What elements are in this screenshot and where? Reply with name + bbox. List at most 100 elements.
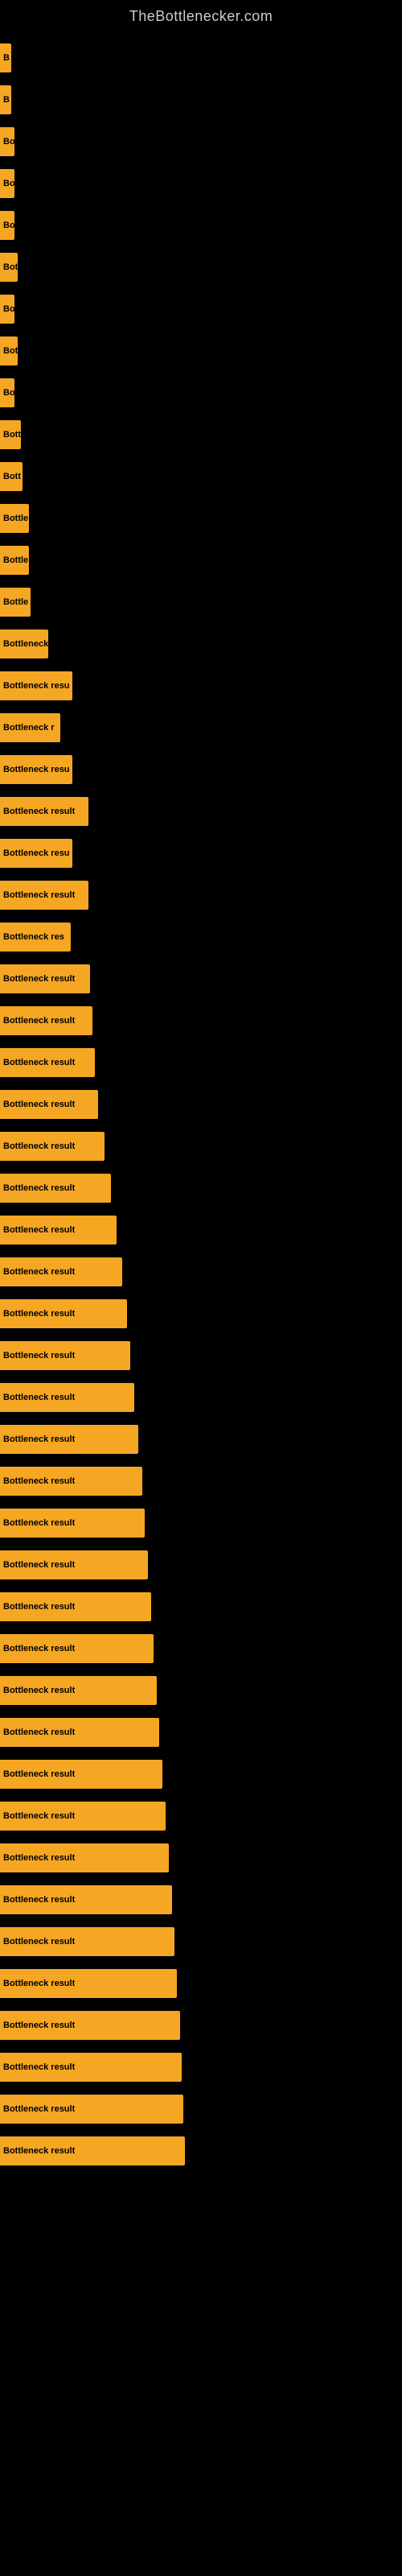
bar-label: Bottleneck result — [3, 1853, 75, 1863]
bar-label: Bot — [3, 346, 18, 356]
bar-row: Bottleneck result — [0, 1670, 402, 1711]
bar: Bo — [0, 127, 14, 156]
bar-row: Bottleneck result — [0, 1921, 402, 1963]
bar-row: Bo — [0, 288, 402, 330]
bar-row: Bott — [0, 414, 402, 456]
bar-label: Bottleneck result — [3, 1141, 75, 1151]
bar: Bottleneck result — [0, 1676, 157, 1705]
bar-label: Bottleneck result — [3, 2146, 75, 2156]
bar-label: Bottleneck result — [3, 890, 75, 900]
bar-label: Bottleneck result — [3, 1309, 75, 1319]
bar-row: Bottleneck resu — [0, 749, 402, 791]
bar-row: Bottleneck result — [0, 1837, 402, 1879]
bar-label: Bott — [3, 472, 21, 481]
bar-row: Bottleneck resu — [0, 665, 402, 707]
bar-row: Bottle — [0, 539, 402, 581]
bar: Bo — [0, 295, 14, 324]
bar: Bo — [0, 378, 14, 407]
bar: Bo — [0, 169, 14, 198]
bar-label: Bottleneck result — [3, 1518, 75, 1528]
bar-row: Bo — [0, 372, 402, 414]
bar: Bot — [0, 336, 18, 365]
bar: Bottleneck result — [0, 964, 90, 993]
bar-label: Bottleneck result — [3, 1016, 75, 1026]
bar-label: Bottleneck result — [3, 2021, 75, 2030]
bar: Bottle — [0, 504, 29, 533]
bar-row: Bottleneck result — [0, 1042, 402, 1084]
bar-row: Bottleneck result — [0, 1963, 402, 2004]
bar: Bottleneck result — [0, 1341, 130, 1370]
bar-row: Bottleneck result — [0, 1084, 402, 1125]
bar-row: Bo — [0, 163, 402, 204]
bar-row: Bottleneck result — [0, 1167, 402, 1209]
bar: Bottleneck result — [0, 1257, 122, 1286]
bar-label: Bottleneck result — [3, 1183, 75, 1193]
bar: Bottle — [0, 588, 31, 617]
bar: Bottleneck result — [0, 1718, 159, 1747]
bar-label: B — [3, 53, 10, 63]
bar-row: Bottleneck result — [0, 874, 402, 916]
bar-row: Bottleneck result — [0, 1293, 402, 1335]
bar: Bottleneck result — [0, 1592, 151, 1621]
bar: Bottleneck result — [0, 2011, 180, 2040]
bar-label: Bottleneck result — [3, 1811, 75, 1821]
bar: Bottleneck resu — [0, 839, 72, 868]
bar-row: Bottleneck result — [0, 1628, 402, 1670]
bar-label: Bottle — [3, 555, 28, 565]
bar-label: Bo — [3, 221, 14, 230]
bar-label: Bottleneck result — [3, 1435, 75, 1444]
bar-row: Bottleneck result — [0, 2004, 402, 2046]
bar-row: Bottleneck result — [0, 1335, 402, 1377]
bar-label: B — [3, 95, 10, 105]
bar: Bottleneck result — [0, 1383, 134, 1412]
bar: Bottleneck result — [0, 2136, 185, 2165]
bar-label: Bottleneck result — [3, 1393, 75, 1402]
bar-label: Bot — [3, 262, 18, 272]
bar-row: Bottleneck result — [0, 1879, 402, 1921]
bar: Bottleneck result — [0, 1802, 166, 1831]
bar-row: Bottleneck res — [0, 916, 402, 958]
bar-label: Bottleneck result — [3, 2104, 75, 2114]
bar-label: Bottleneck result — [3, 1560, 75, 1570]
bar-label: Bo — [3, 304, 14, 314]
site-title: TheBottlenecker.com — [0, 0, 402, 29]
bar-label: Bottleneck result — [3, 1058, 75, 1067]
bar: Bottleneck result — [0, 1006, 92, 1035]
bar: Bottleneck result — [0, 1216, 117, 1245]
bar-row: Bottleneck result — [0, 1544, 402, 1586]
bar: Bottleneck res — [0, 923, 71, 952]
bar: Bottleneck result — [0, 1969, 177, 1998]
bar: Bottleneck resu — [0, 671, 72, 700]
bar: Bo — [0, 211, 14, 240]
bar-label: Bottleneck result — [3, 1937, 75, 1946]
bar-label: Bott — [3, 430, 21, 440]
bar-row: Bottleneck result — [0, 2046, 402, 2088]
bar-row: Bottleneck result — [0, 1586, 402, 1628]
bar-row: Bott — [0, 456, 402, 497]
bar-label: Bottleneck result — [3, 1476, 75, 1486]
bar: Bottleneck result — [0, 1048, 95, 1077]
bar: Bottleneck result — [0, 2053, 182, 2082]
bar-row: Bottleneck r — [0, 707, 402, 749]
bar-label: Bottleneck result — [3, 1979, 75, 1988]
bar: Bottleneck result — [0, 881, 88, 910]
bar-row: Bottleneck result — [0, 1377, 402, 1418]
bar-label: Bottleneck result — [3, 1225, 75, 1235]
bar-row: Bottleneck result — [0, 2088, 402, 2130]
bar: B — [0, 43, 11, 72]
bar-row: Bo — [0, 121, 402, 163]
bar-row: Bottleneck result — [0, 1753, 402, 1795]
bar: Bottleneck — [0, 630, 48, 658]
bar: Bottleneck result — [0, 2095, 183, 2124]
bar-row: Bottleneck resu — [0, 832, 402, 874]
bar-label: Bo — [3, 388, 14, 398]
bar-label: Bottleneck result — [3, 1644, 75, 1653]
bar-row: Bottleneck — [0, 623, 402, 665]
bar: Bott — [0, 420, 21, 449]
bar: Bottleneck result — [0, 1634, 154, 1663]
bar: Bottleneck result — [0, 1132, 105, 1161]
bar-label: Bottleneck result — [3, 1895, 75, 1905]
bar: Bottleneck result — [0, 1760, 162, 1789]
bar-row: Bottle — [0, 497, 402, 539]
bar-label: Bottleneck res — [3, 932, 64, 942]
